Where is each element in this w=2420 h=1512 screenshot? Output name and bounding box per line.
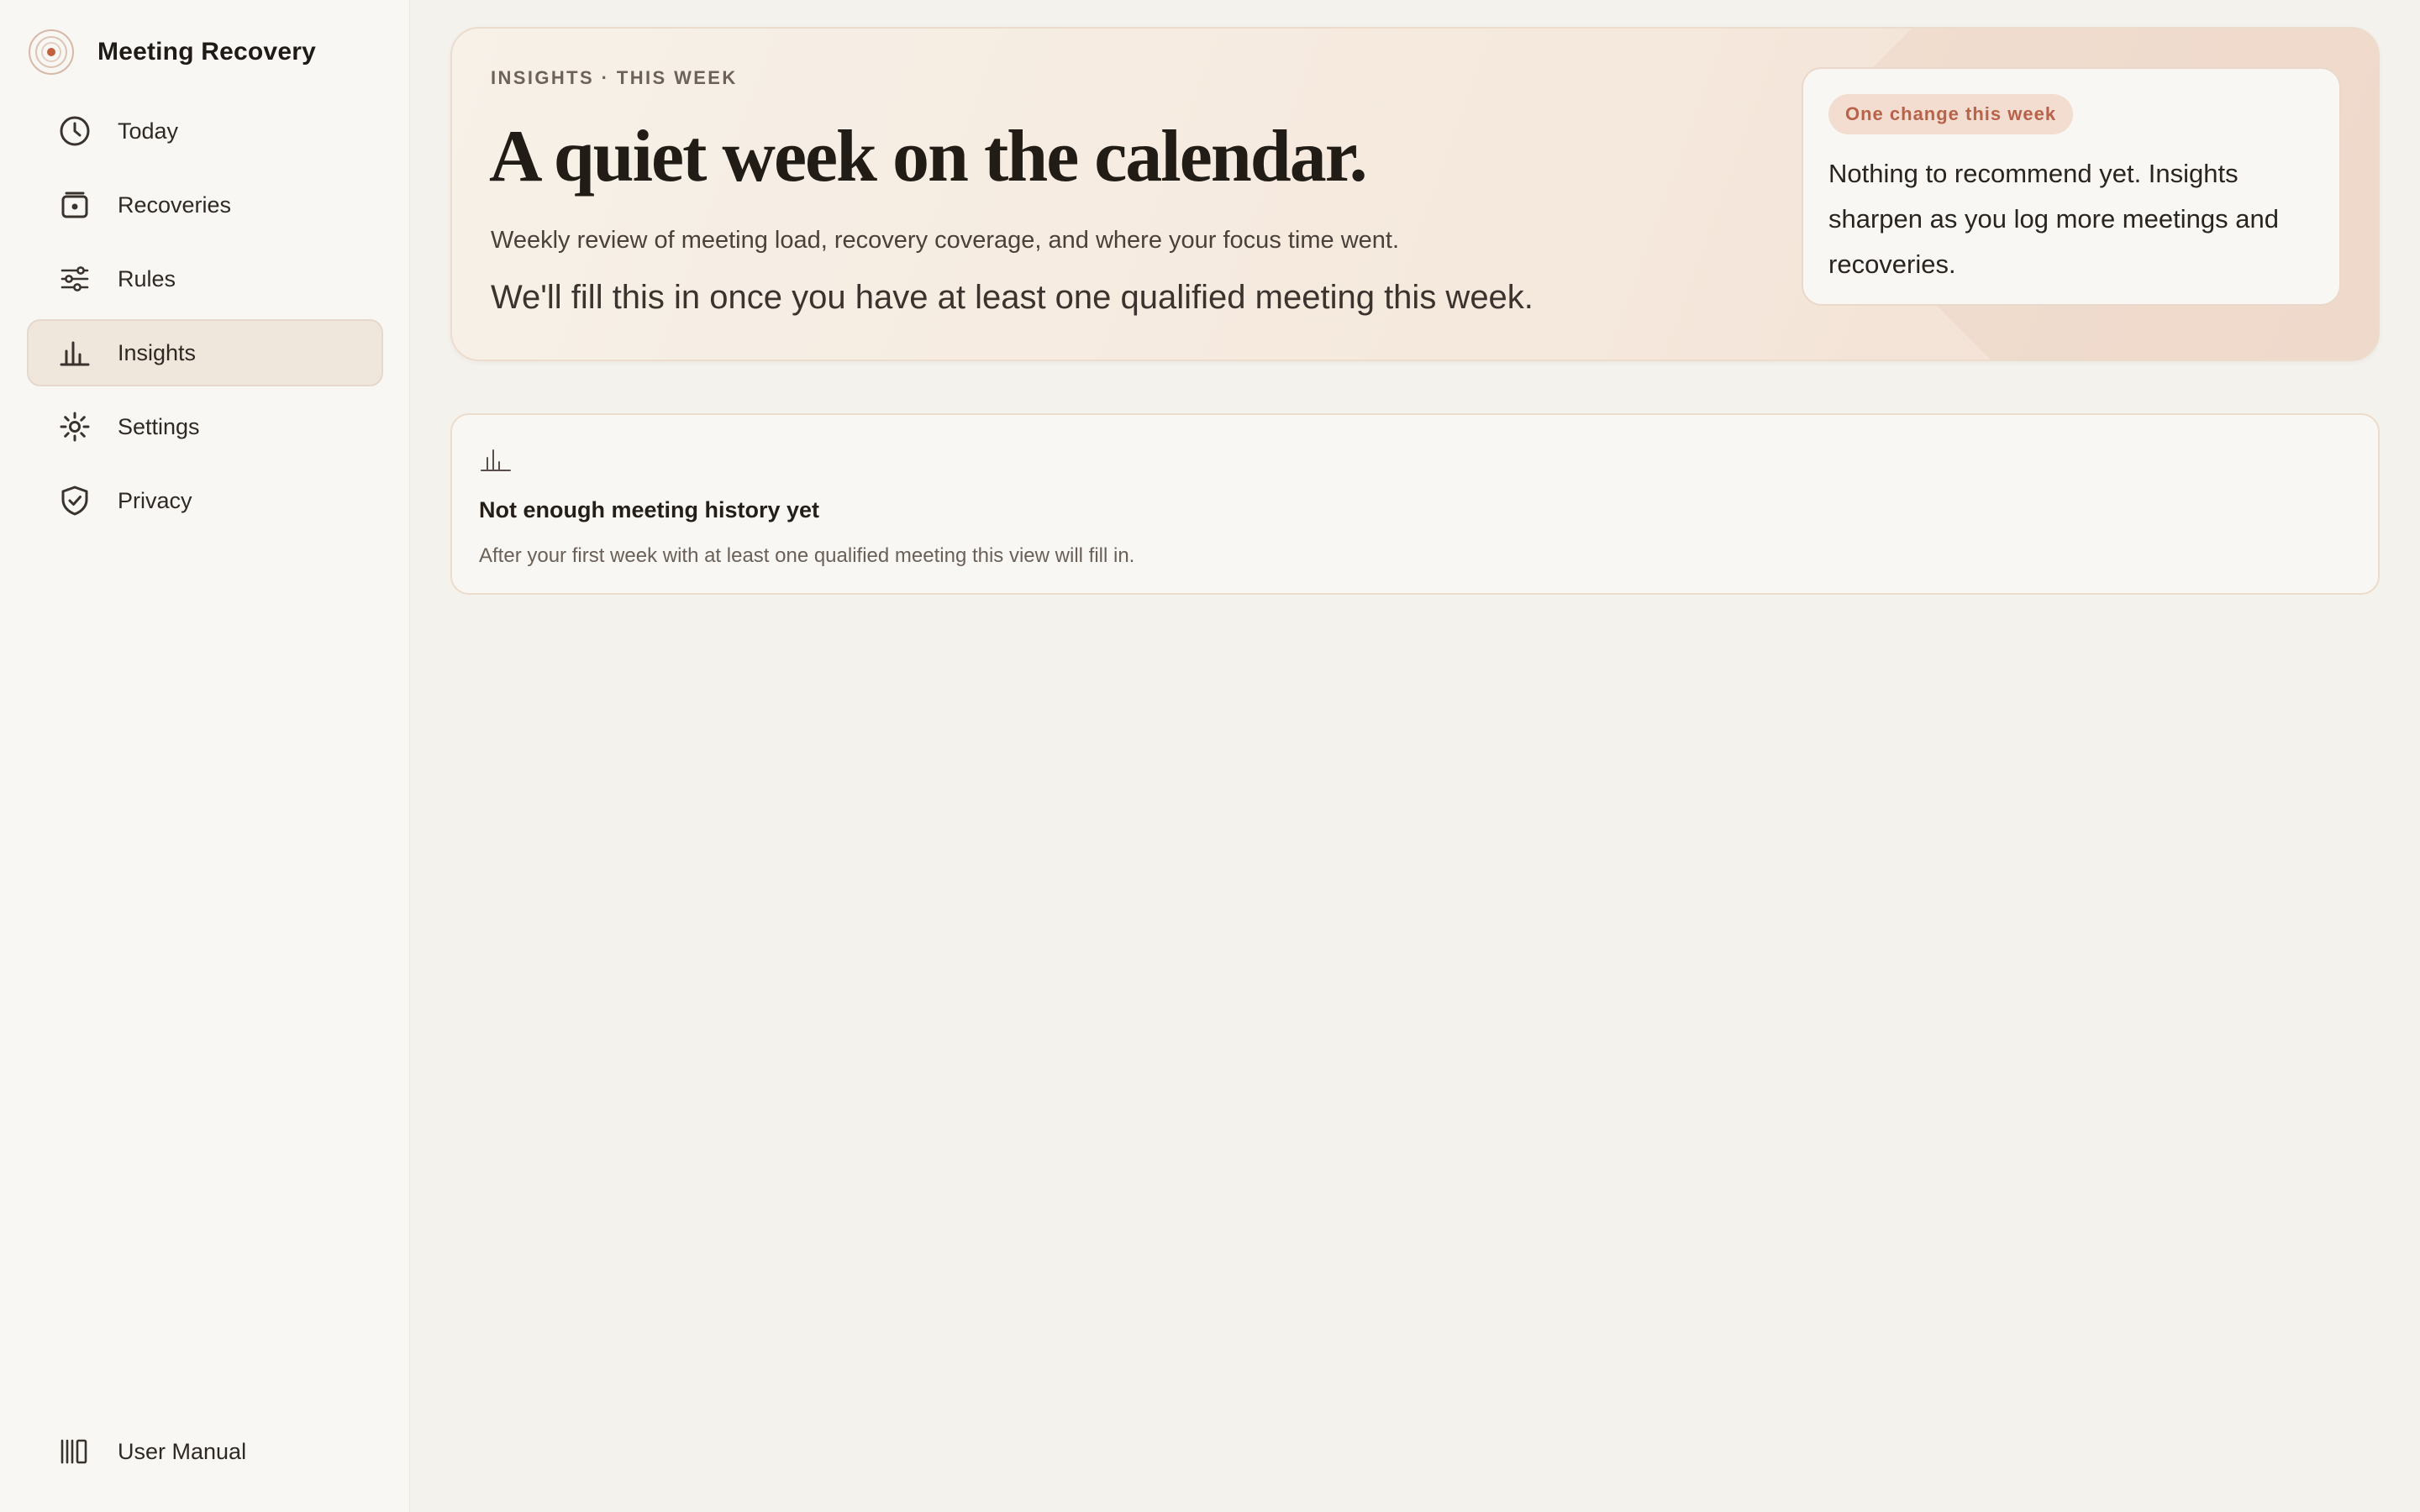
bar-chart-icon — [57, 335, 92, 370]
gear-icon — [57, 409, 92, 444]
sliders-icon — [57, 261, 92, 297]
sidebar-nav: Today Recoveries Rules Insights Settings — [27, 97, 383, 541]
clock-icon — [57, 113, 92, 149]
empty-state-card: Not enough meeting history yet After you… — [450, 413, 2380, 595]
brand[interactable]: Meeting Recovery — [27, 27, 316, 77]
page-title: A quiet week on the calendar. — [489, 116, 1368, 197]
empty-state-title: Not enough meeting history yet — [479, 497, 820, 522]
sidebar-item-label: Rules — [118, 265, 176, 291]
one-change-badge: One change this week — [1828, 94, 2074, 134]
sidebar-item-label: Insights — [118, 339, 197, 365]
sidebar-item-label: User Manual — [118, 1438, 247, 1464]
hero-note: We'll fill this in once you have at leas… — [491, 279, 1534, 316]
sidebar-item-label: Recoveries — [118, 192, 232, 218]
insights-hero: INSIGHTS · THIS WEEK A quiet week on the… — [450, 27, 2380, 361]
sidebar-item-label: Privacy — [118, 487, 192, 513]
recoveries-icon — [57, 187, 92, 223]
sidebar-item-settings[interactable]: Settings — [27, 393, 383, 460]
sidebar-item-insights[interactable]: Insights — [27, 319, 383, 386]
sidebar-item-label: Today — [118, 118, 179, 144]
sidebar-item-privacy[interactable]: Privacy — [27, 467, 383, 534]
shield-check-icon — [57, 483, 92, 518]
one-change-text: Nothing to recommend yet. Insights sharp… — [1828, 159, 2279, 279]
sidebar-item-recoveries[interactable]: Recoveries — [27, 171, 383, 239]
app-name: Meeting Recovery — [97, 38, 316, 66]
sidebar-footer: User Manual — [27, 1418, 383, 1492]
sidebar-item-rules[interactable]: Rules — [27, 245, 383, 312]
sidebar-item-label: Settings — [118, 413, 200, 439]
hero-subtitle: Weekly review of meeting load, recovery … — [491, 227, 1400, 254]
library-icon — [57, 1434, 92, 1469]
one-change-card: One change this week Nothing to recommen… — [1802, 67, 2341, 306]
target-logo-icon — [27, 28, 76, 76]
hero-eyebrow: INSIGHTS · THIS WEEK — [491, 67, 738, 88]
bar-chart-icon — [479, 442, 513, 475]
sidebar: Meeting Recovery Today Recoveries Rules … — [0, 0, 410, 1512]
empty-state-description: After your first week with at least one … — [479, 544, 1135, 567]
user-manual-link[interactable]: User Manual — [27, 1418, 383, 1485]
sidebar-item-today[interactable]: Today — [27, 97, 383, 165]
